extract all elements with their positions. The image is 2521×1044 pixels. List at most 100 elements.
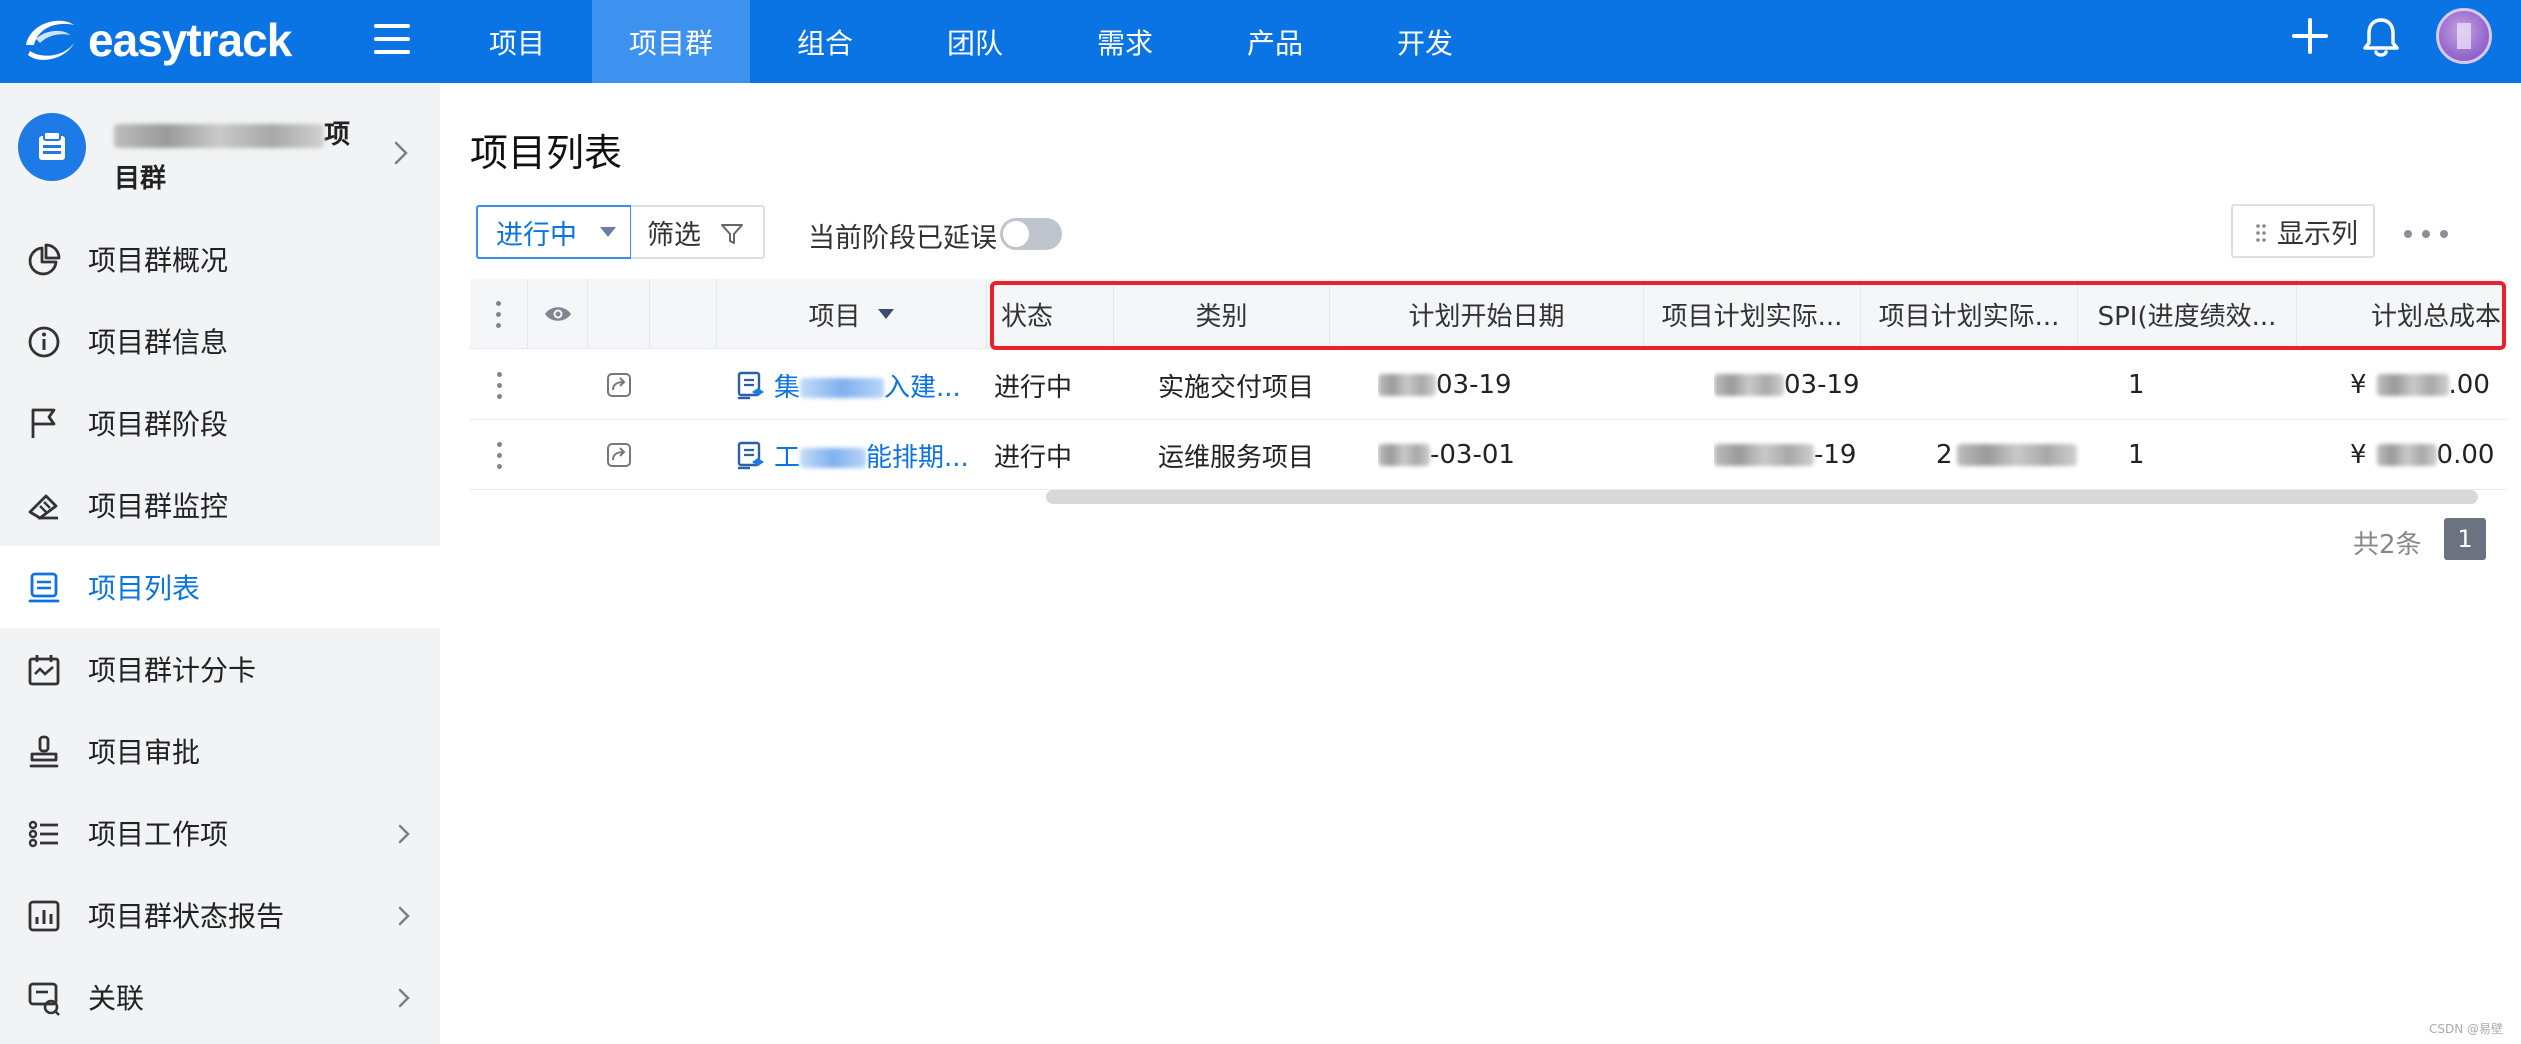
nav-item-portfolio[interactable]: 组合: [750, 0, 900, 83]
column-drag-handle[interactable]: [470, 279, 528, 349]
nav-item-development[interactable]: 开发: [1350, 0, 1500, 83]
redacted-text: [114, 123, 324, 148]
date-part: 03-19: [1784, 370, 1860, 400]
project-name-link[interactable]: 工 能排期...: [774, 437, 969, 474]
sidebar-item-relations[interactable]: 关联: [0, 956, 440, 1038]
project-group-header[interactable]: 项 目群: [0, 83, 440, 218]
nav-item-product[interactable]: 产品: [1200, 0, 1350, 83]
row-menu[interactable]: [470, 420, 528, 490]
date-part: -03-01: [1430, 440, 1515, 470]
sort-down-icon[interactable]: [877, 308, 895, 320]
sidebar-item-label: 项目列表: [88, 572, 201, 605]
project-doc-icon: [737, 441, 764, 470]
chevron-right-icon: [398, 824, 410, 844]
sidebar-item-project-list[interactable]: 项目列表: [0, 546, 440, 628]
monitor-icon: [28, 494, 58, 520]
plus-icon[interactable]: [2292, 18, 2328, 54]
project-list-icon: [28, 572, 60, 603]
column-visibility[interactable]: [528, 279, 588, 349]
sidebar-item-scorecard[interactable]: 项目群计分卡: [0, 628, 440, 710]
column-header-actual-1[interactable]: 项目计划实际...: [1644, 279, 1861, 349]
total-cost-cell: ¥ .00: [2350, 350, 2507, 420]
menu-icon[interactable]: [374, 24, 410, 58]
currency-symbol: ¥: [2350, 440, 2367, 470]
sidebar-item-overview[interactable]: 项目群概况: [0, 218, 440, 300]
redacted-text: [1956, 444, 2077, 466]
column-header-category[interactable]: 类别: [1114, 279, 1330, 349]
nav-item-requirement[interactable]: 需求: [1050, 0, 1200, 83]
column-header-plan-start[interactable]: 计划开始日期: [1330, 279, 1644, 349]
table-row[interactable]: 集 入建... 进行中 实施交付项目 03-19 03-19 1 ¥ .00: [470, 350, 2507, 420]
more-options-icon[interactable]: [2404, 220, 2448, 248]
plan-start-cell: -03-01: [1378, 420, 1578, 490]
stamp-icon: [29, 735, 59, 768]
column-header-status[interactable]: 状态: [987, 279, 1114, 349]
logo-swoosh-icon: [26, 20, 74, 60]
project-cell[interactable]: 工 能排期...: [736, 420, 1006, 490]
nav-item-team[interactable]: 团队: [900, 0, 1050, 83]
bell-icon[interactable]: [2362, 16, 2400, 58]
nav-item-project-group[interactable]: 项目群: [592, 0, 750, 83]
column-icon: [650, 279, 717, 349]
column-header-project[interactable]: 项目: [717, 279, 987, 349]
category-cell: 实施交付项目: [1158, 372, 1315, 403]
date-part: -19: [1814, 440, 1857, 470]
show-columns-button[interactable]: 显示列: [2231, 204, 2375, 258]
status-cell: 进行中: [994, 372, 1073, 403]
status-filter-value: 进行中: [496, 219, 577, 251]
project-cell[interactable]: 集 入建...: [736, 350, 1006, 420]
horizontal-scrollbar[interactable]: [1046, 490, 2478, 504]
sidebar: 项 目群 项目群概况 项目群信息 项目群阶段 项目群监控 项目列表 项目群计分卡…: [0, 83, 440, 1044]
sidebar-item-label: 项目群信息: [88, 326, 229, 359]
avatar[interactable]: [2436, 8, 2492, 64]
sidebar-item-info[interactable]: 项目群信息: [0, 300, 440, 382]
top-navigation-bar: easytrack 项目 项目群 组合 团队 需求 产品 开发: [0, 0, 2521, 83]
project-name-link[interactable]: 集 入建...: [774, 367, 961, 404]
sidebar-item-monitor[interactable]: 项目群监控: [0, 464, 440, 546]
actual-2-cell: [1906, 350, 2066, 420]
row-action[interactable]: [588, 420, 650, 490]
easytrack-logo[interactable]: easytrack: [20, 8, 292, 72]
vertical-dots-icon: [496, 441, 502, 469]
group-name-part: 项: [324, 120, 351, 150]
status-cell: 进行中: [994, 442, 1073, 473]
pagination-total: 共2条: [2353, 530, 2422, 560]
table-row[interactable]: 工 能排期... 进行中 运维服务项目 -03-01 -19 2 1 ¥0.00: [470, 420, 2507, 490]
chevron-right-icon: [398, 988, 410, 1008]
row-menu[interactable]: [470, 350, 528, 420]
project-group-icon: [18, 113, 86, 181]
plan-start-cell: 03-19: [1378, 350, 1578, 420]
drag-handle-icon: [2256, 224, 2266, 242]
link-icon: [28, 982, 60, 1016]
row-action[interactable]: [588, 350, 650, 420]
sidebar-item-status-report[interactable]: 项目群状态报告: [0, 874, 440, 956]
filter-label: 筛选: [647, 219, 701, 251]
pagination-page-button[interactable]: 1: [2444, 518, 2486, 560]
column-header-total-cost[interactable]: 计划总成本: [2297, 279, 2507, 349]
sidebar-item-approval[interactable]: 项目审批: [0, 710, 440, 792]
date-part: 03-19: [1436, 370, 1512, 400]
column-header-spi[interactable]: SPI(进度绩效...: [2078, 279, 2297, 349]
project-doc-icon: [737, 371, 764, 400]
sidebar-item-stage[interactable]: 项目群阶段: [0, 382, 440, 464]
filter-button[interactable]: 筛选: [631, 205, 765, 259]
sidebar-item-work-items[interactable]: 项目工作项: [0, 792, 440, 874]
redacted-text: [800, 378, 885, 398]
column-header-actual-2[interactable]: 项目计划实际...: [1861, 279, 2078, 349]
actual-1-cell: -19: [1714, 420, 1914, 490]
nav-item-project[interactable]: 项目: [442, 0, 592, 83]
delay-toggle[interactable]: [1000, 218, 1062, 250]
total-cost-cell: ¥0.00: [2350, 420, 2507, 490]
delay-toggle-label: 当前阶段已延误: [808, 223, 997, 254]
vertical-dots-icon: [496, 300, 501, 328]
flag-icon: [31, 408, 56, 438]
project-name-part: 工: [774, 442, 801, 473]
eye-icon: [544, 307, 571, 321]
cost-part: .00: [2448, 370, 2490, 400]
pie-chart-icon: [28, 243, 61, 276]
chevron-right-icon[interactable]: [392, 139, 410, 167]
status-filter-select[interactable]: 进行中: [476, 205, 632, 259]
cost-part: 0.00: [2436, 440, 2495, 470]
column-action: [588, 279, 650, 349]
show-columns-label: 显示列: [2277, 218, 2358, 250]
